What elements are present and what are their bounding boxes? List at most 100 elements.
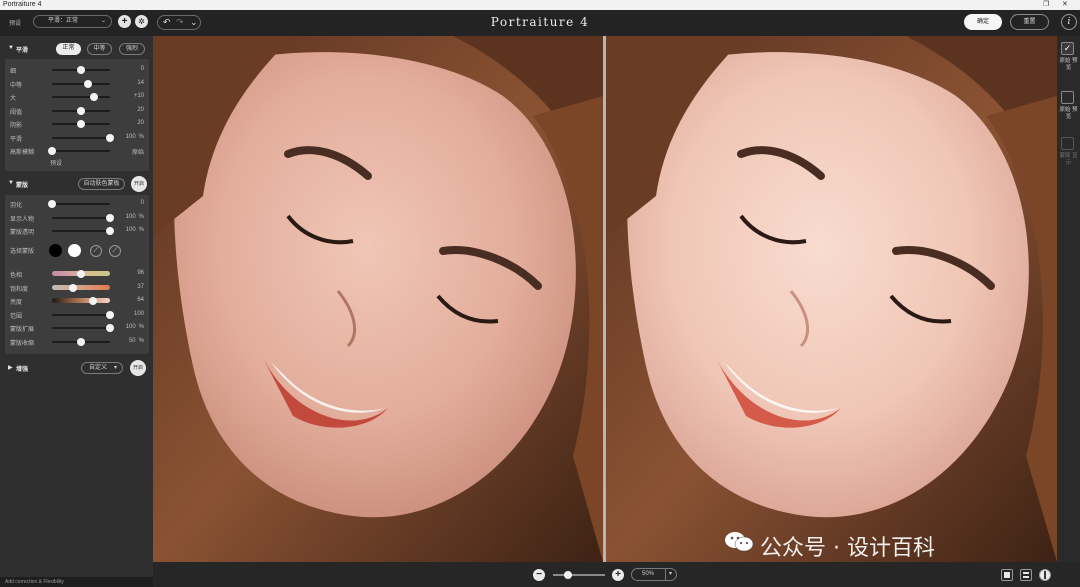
before-image[interactable] <box>153 36 603 562</box>
mask-row: 蒙版透明 100% <box>5 224 149 237</box>
mask-color-label: 蒙版收缩 <box>10 340 35 347</box>
mask-color-slider-thumb[interactable] <box>77 337 85 346</box>
smoothing-value: +10 <box>134 93 144 99</box>
smoothing-slider-thumb[interactable] <box>106 133 114 142</box>
mode-normal-button[interactable]: 正常 <box>56 43 81 55</box>
smoothing-slider-thumb[interactable] <box>77 106 85 115</box>
mask-value: 100% <box>126 227 144 233</box>
mode-strong-button[interactable]: 强烈 <box>119 43 145 55</box>
mask-color-slider-thumb[interactable] <box>69 283 78 292</box>
split-vertical-icon[interactable] <box>1039 569 1051 581</box>
settings-panel: ▼ 平滑 正常 中等 强烈 细 0 中等 14 大 +10 阈值 20 阴影 20 平滑 100% 高斯… <box>0 36 153 577</box>
single-view-icon[interactable] <box>1001 569 1013 581</box>
mask-color-label: 范围 <box>10 313 23 320</box>
mask-color-slider-thumb[interactable] <box>77 270 85 278</box>
smoothing-value: 0 <box>141 66 144 72</box>
mask-color-slider[interactable] <box>52 297 110 305</box>
view-original-checkbox[interactable]: ✓ <box>1061 42 1074 55</box>
smoothing-title: 平滑 <box>16 48 29 54</box>
smoothing-slider[interactable] <box>48 147 110 155</box>
mask-color-slider[interactable] <box>52 283 110 292</box>
mask-color-value: 64 <box>137 297 144 303</box>
mask-title: 蒙版 <box>16 183 29 189</box>
mask-slider[interactable] <box>52 213 114 222</box>
smoothing-value-unit: % <box>138 133 144 140</box>
mask-color-value-unit: % <box>138 324 144 330</box>
mask-color-label: 色相 <box>10 273 23 279</box>
mask-color-slider[interactable] <box>52 324 114 332</box>
mask-color-value-unit: % <box>138 337 144 344</box>
smoothing-value-number: +10 <box>133 93 144 99</box>
eyedropper-icon[interactable]: ⟋ <box>90 245 102 257</box>
mask-color-slider-thumb[interactable] <box>106 324 114 332</box>
ok-button[interactable]: 确定 <box>964 14 1002 30</box>
smoothing-slider-thumb[interactable] <box>77 66 85 74</box>
mask-slider[interactable] <box>48 200 110 208</box>
mask-color-slider-thumb[interactable] <box>89 297 98 305</box>
smoothing-value-number: 20 <box>137 106 144 113</box>
wechat-icon <box>725 532 754 552</box>
mask-color-value: 96 <box>137 270 144 276</box>
mask-color-value-number: 37 <box>137 283 144 290</box>
enhance-toggle-button[interactable]: 开启 <box>130 360 146 376</box>
close-icon[interactable]: ✕ <box>1062 0 1068 10</box>
reset-button[interactable]: 重置 <box>1010 14 1049 30</box>
zoom-out-button[interactable]: − <box>533 569 545 581</box>
mask-toggle-button[interactable]: 开启 <box>131 176 147 192</box>
smoothing-label: 大 <box>10 96 17 102</box>
mask-color-slider[interactable] <box>52 337 110 346</box>
after-image[interactable] <box>606 36 1057 562</box>
smoothing-slider[interactable] <box>52 133 114 142</box>
mask-color-label: 饱和度 <box>10 286 29 293</box>
mask-slider-thumb[interactable] <box>48 200 56 208</box>
smoothing-row: 大 +10 <box>5 90 149 103</box>
mask-slider-thumb[interactable] <box>106 213 114 222</box>
expand-triangle-icon: ▼ <box>8 180 14 186</box>
mask-color-slider[interactable] <box>52 310 114 319</box>
info-icon[interactable]: i <box>1061 14 1077 30</box>
smoothing-slider[interactable] <box>52 120 110 128</box>
restore-icon[interactable]: ❐ <box>1043 0 1049 10</box>
app-title: Portraiture 4 <box>490 15 590 29</box>
eyedropper-minus-icon[interactable]: ⟋ <box>109 245 121 257</box>
smoothing-slider-thumb[interactable] <box>83 79 92 88</box>
mask-slider[interactable] <box>52 227 114 235</box>
smoothing-row: 阴影 20 <box>5 117 149 130</box>
blur-note: 预设 <box>50 161 63 167</box>
smoothing-slider[interactable] <box>52 79 110 88</box>
mask-label: 显示人物 <box>10 216 35 223</box>
mask-color-slider[interactable] <box>52 270 110 278</box>
mask-color-value: 50% <box>129 338 144 344</box>
view-preview-checkbox[interactable] <box>1061 91 1074 104</box>
enhance-preset-dropdown[interactable]: 自定义 ▾ <box>81 362 123 374</box>
smoothing-slider[interactable] <box>52 66 110 74</box>
watermark: 公众号 · 设计百科 <box>725 530 935 562</box>
smoothing-value: 20 <box>137 120 144 126</box>
zoom-bar: − + 50% ▾ <box>153 562 1080 587</box>
mask-color-swatch-light[interactable] <box>68 244 81 257</box>
smoothing-slider[interactable] <box>52 106 110 115</box>
mask-color-value-number: 100 <box>125 324 136 330</box>
auto-mask-button[interactable]: 自动肤色蒙板 <box>78 178 125 190</box>
mask-value-number: 0 <box>140 200 144 206</box>
mask-color-slider-thumb[interactable] <box>106 310 114 319</box>
mode-medium-button[interactable]: 中等 <box>87 43 112 55</box>
smoothing-slider-thumb[interactable] <box>89 93 98 101</box>
smoothing-slider-thumb[interactable] <box>77 120 85 128</box>
split-horizontal-icon[interactable] <box>1020 569 1032 581</box>
view-mask-checkbox[interactable] <box>1061 137 1074 150</box>
mask-color-swatch-dark[interactable] <box>49 244 62 257</box>
mask-color-value: 37 <box>137 284 144 290</box>
view-preview-label: 原始 预览 <box>1059 107 1078 120</box>
zoom-slider-thumb[interactable] <box>563 571 572 579</box>
smoothing-row: 中等 14 <box>5 77 149 90</box>
smoothing-slider[interactable] <box>52 93 110 101</box>
zoom-in-button[interactable]: + <box>612 569 624 581</box>
smoothing-value-number: 14 <box>137 79 144 86</box>
zoom-dropdown[interactable]: 50% ▾ <box>631 568 677 581</box>
mask-slider-thumb[interactable] <box>106 227 114 235</box>
smoothing-label: 平滑 <box>10 136 23 143</box>
smoothing-label: 高斯模糊 <box>10 150 35 156</box>
zoom-slider[interactable] <box>553 571 605 579</box>
smoothing-slider-thumb[interactable] <box>48 147 56 155</box>
